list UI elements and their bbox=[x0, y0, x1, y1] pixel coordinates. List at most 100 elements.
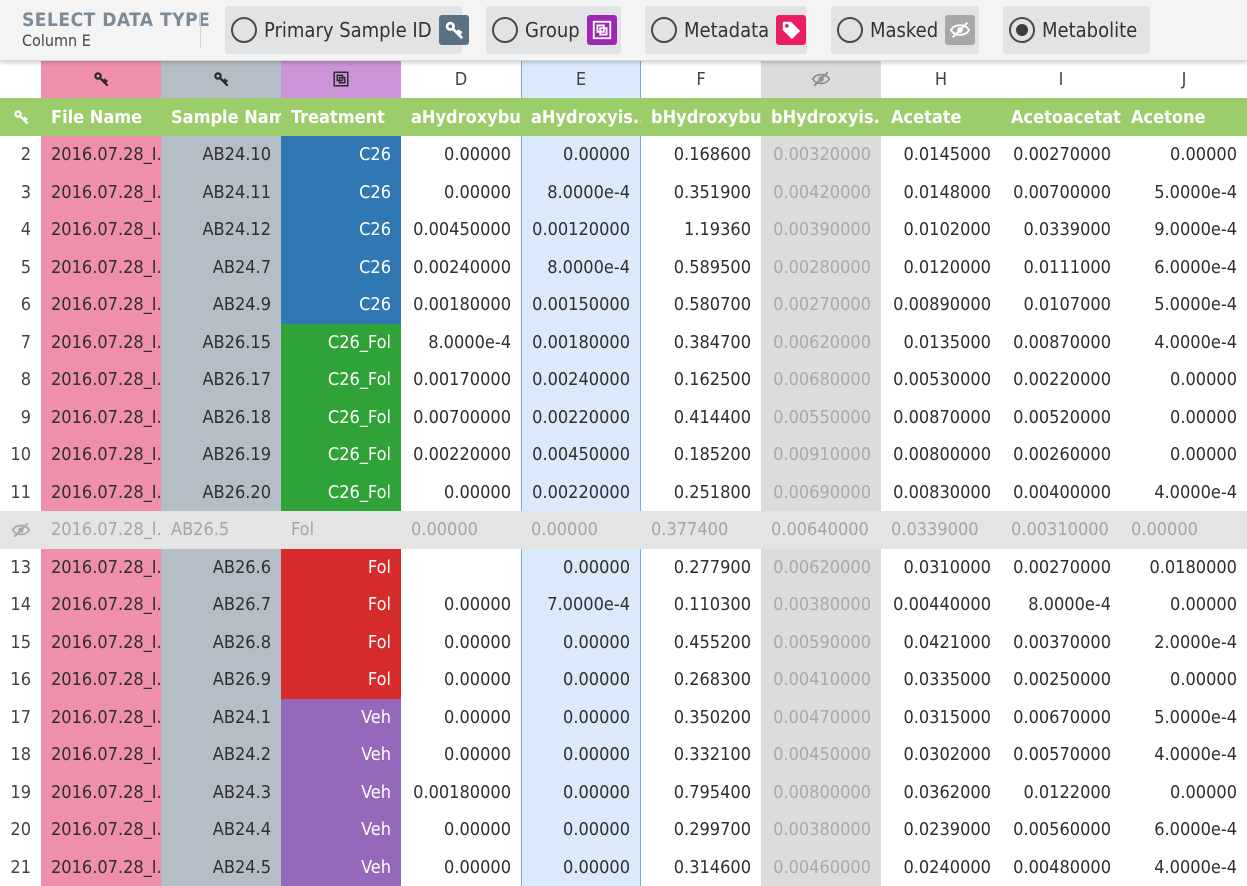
value-cell[interactable]: 0.00640000 bbox=[761, 511, 881, 549]
value-cell[interactable]: 0.00000 bbox=[521, 699, 641, 737]
column-letter-10[interactable]: J bbox=[1121, 60, 1247, 98]
column-header-9[interactable]: Acetoacetate bbox=[1001, 98, 1121, 136]
treatment-cell[interactable]: C26_Fol bbox=[281, 399, 401, 437]
value-cell[interactable]: 0.00570000 bbox=[1001, 736, 1121, 774]
treatment-cell[interactable]: Fol bbox=[281, 549, 401, 587]
value-cell[interactable]: 0.00310000 bbox=[1001, 511, 1121, 549]
file-name-cell[interactable]: 2016.07.28_I... bbox=[41, 624, 161, 662]
value-cell[interactable]: 0.00830000 bbox=[881, 474, 1001, 512]
file-name-cell[interactable]: 2016.07.28_I... bbox=[41, 324, 161, 362]
sample-name-cell[interactable]: AB24.7 bbox=[161, 249, 281, 287]
value-cell[interactable]: 4.0000e-4 bbox=[1121, 324, 1247, 362]
value-cell[interactable]: 0.00280000 bbox=[761, 249, 881, 287]
row-index[interactable]: 18 bbox=[0, 736, 41, 774]
file-name-cell[interactable]: 2016.07.28_I... bbox=[41, 211, 161, 249]
value-cell[interactable]: 0.00550000 bbox=[761, 399, 881, 437]
sample-name-cell[interactable]: AB24.3 bbox=[161, 774, 281, 812]
value-cell[interactable]: 2.0000e-4 bbox=[1121, 624, 1247, 662]
value-cell[interactable]: 0.0339000 bbox=[1001, 211, 1121, 249]
treatment-cell[interactable]: Fol bbox=[281, 624, 401, 662]
value-cell[interactable]: 0.00000 bbox=[521, 624, 641, 662]
file-name-cell[interactable]: 2016.07.28_I... bbox=[41, 774, 161, 812]
value-cell[interactable]: 7.0000e-4 bbox=[521, 586, 641, 624]
value-cell[interactable]: 0.00120000 bbox=[521, 211, 641, 249]
value-cell[interactable]: 0.00450000 bbox=[761, 736, 881, 774]
value-cell[interactable]: 0.00260000 bbox=[1001, 436, 1121, 474]
row-index[interactable]: 10 bbox=[0, 436, 41, 474]
value-cell[interactable]: 0.00380000 bbox=[761, 811, 881, 849]
value-cell[interactable]: 0.0122000 bbox=[1001, 774, 1121, 812]
value-cell[interactable]: 0.0339000 bbox=[881, 511, 1001, 549]
column-header-3[interactable]: Treatment bbox=[281, 98, 401, 136]
value-cell[interactable]: 0.00000 bbox=[401, 849, 521, 886]
row-index[interactable]: 9 bbox=[0, 399, 41, 437]
file-name-cell[interactable]: 2016.07.28_I... bbox=[41, 249, 161, 287]
sample-name-cell[interactable]: AB24.12 bbox=[161, 211, 281, 249]
treatment-cell[interactable]: C26 bbox=[281, 249, 401, 287]
sample-name-cell[interactable]: AB24.11 bbox=[161, 174, 281, 212]
column-letter-4[interactable]: D bbox=[401, 60, 521, 98]
value-cell[interactable]: 8.0000e-4 bbox=[401, 324, 521, 362]
value-cell[interactable]: 0.0148000 bbox=[881, 174, 1001, 212]
metadata-option[interactable]: Metadata bbox=[645, 6, 807, 54]
value-cell[interactable]: 0.00000 bbox=[401, 624, 521, 662]
file-name-cell[interactable]: 2016.07.28_I... bbox=[41, 436, 161, 474]
value-cell[interactable]: 0.00000 bbox=[1121, 661, 1247, 699]
primary-sample-id-option[interactable]: Primary Sample ID bbox=[225, 6, 462, 54]
value-cell[interactable]: 0.277900 bbox=[641, 549, 761, 587]
value-cell[interactable]: 0.351900 bbox=[641, 174, 761, 212]
column-header-6[interactable]: bHydroxybu... bbox=[641, 98, 761, 136]
value-cell[interactable]: 6.0000e-4 bbox=[1121, 249, 1247, 287]
treatment-cell[interactable]: Fol bbox=[281, 511, 401, 549]
file-name-cell[interactable]: 2016.07.28_I... bbox=[41, 811, 161, 849]
value-cell[interactable]: 0.00000 bbox=[401, 136, 521, 174]
treatment-cell[interactable]: Fol bbox=[281, 586, 401, 624]
column-header-1[interactable]: File Name bbox=[41, 98, 161, 136]
value-cell[interactable]: 0.00270000 bbox=[1001, 136, 1121, 174]
row-index[interactable]: 16 bbox=[0, 661, 41, 699]
value-cell[interactable]: 0.0362000 bbox=[881, 774, 1001, 812]
value-cell[interactable]: 0.00400000 bbox=[1001, 474, 1121, 512]
treatment-cell[interactable]: C26 bbox=[281, 211, 401, 249]
value-cell[interactable]: 0.00480000 bbox=[1001, 849, 1121, 886]
column-header-5[interactable]: aHydroxyis... bbox=[521, 98, 641, 136]
value-cell[interactable]: 8.0000e-4 bbox=[521, 174, 641, 212]
value-cell[interactable]: 0.0421000 bbox=[881, 624, 1001, 662]
sample-name-cell[interactable]: AB26.17 bbox=[161, 361, 281, 399]
file-name-cell[interactable]: 2016.07.28_I... bbox=[41, 174, 161, 212]
row-index[interactable]: 15 bbox=[0, 624, 41, 662]
sample-name-cell[interactable]: AB26.19 bbox=[161, 436, 281, 474]
value-cell[interactable]: 0.00680000 bbox=[761, 361, 881, 399]
value-cell[interactable]: 0.00000 bbox=[521, 549, 641, 587]
row-index[interactable]: 17 bbox=[0, 699, 41, 737]
value-cell[interactable]: 0.00170000 bbox=[401, 361, 521, 399]
value-cell[interactable]: 0.00000 bbox=[521, 774, 641, 812]
sample-name-cell[interactable]: AB26.9 bbox=[161, 661, 281, 699]
value-cell[interactable]: 0.00670000 bbox=[1001, 699, 1121, 737]
column-letter-9[interactable]: I bbox=[1001, 60, 1121, 98]
value-cell[interactable]: 0.0145000 bbox=[881, 136, 1001, 174]
value-cell[interactable]: 0.00220000 bbox=[521, 399, 641, 437]
value-cell[interactable]: 0.00800000 bbox=[881, 436, 1001, 474]
value-cell[interactable]: 0.00450000 bbox=[521, 436, 641, 474]
value-cell[interactable]: 0.00180000 bbox=[401, 286, 521, 324]
sample-name-cell[interactable]: AB24.1 bbox=[161, 699, 281, 737]
value-cell[interactable]: 0.332100 bbox=[641, 736, 761, 774]
value-cell[interactable]: 0.384700 bbox=[641, 324, 761, 362]
value-cell[interactable]: 0.0239000 bbox=[881, 811, 1001, 849]
value-cell[interactable]: 0.00000 bbox=[521, 849, 641, 886]
value-cell[interactable]: 0.00000 bbox=[1121, 361, 1247, 399]
value-cell[interactable]: 0.00000 bbox=[521, 136, 641, 174]
value-cell[interactable]: 4.0000e-4 bbox=[1121, 736, 1247, 774]
value-cell[interactable]: 0.00590000 bbox=[761, 624, 881, 662]
treatment-cell[interactable]: C26_Fol bbox=[281, 436, 401, 474]
treatment-cell[interactable]: Veh bbox=[281, 811, 401, 849]
value-cell[interactable]: 0.00690000 bbox=[761, 474, 881, 512]
value-cell[interactable]: 0.00220000 bbox=[1001, 361, 1121, 399]
masked-option[interactable]: Masked bbox=[831, 6, 979, 54]
value-cell[interactable]: 0.00150000 bbox=[521, 286, 641, 324]
radio-button[interactable] bbox=[651, 17, 677, 43]
group-icon[interactable] bbox=[281, 60, 401, 98]
column-header-7[interactable]: bHydroxyis... bbox=[761, 98, 881, 136]
value-cell[interactable]: 0.414400 bbox=[641, 399, 761, 437]
